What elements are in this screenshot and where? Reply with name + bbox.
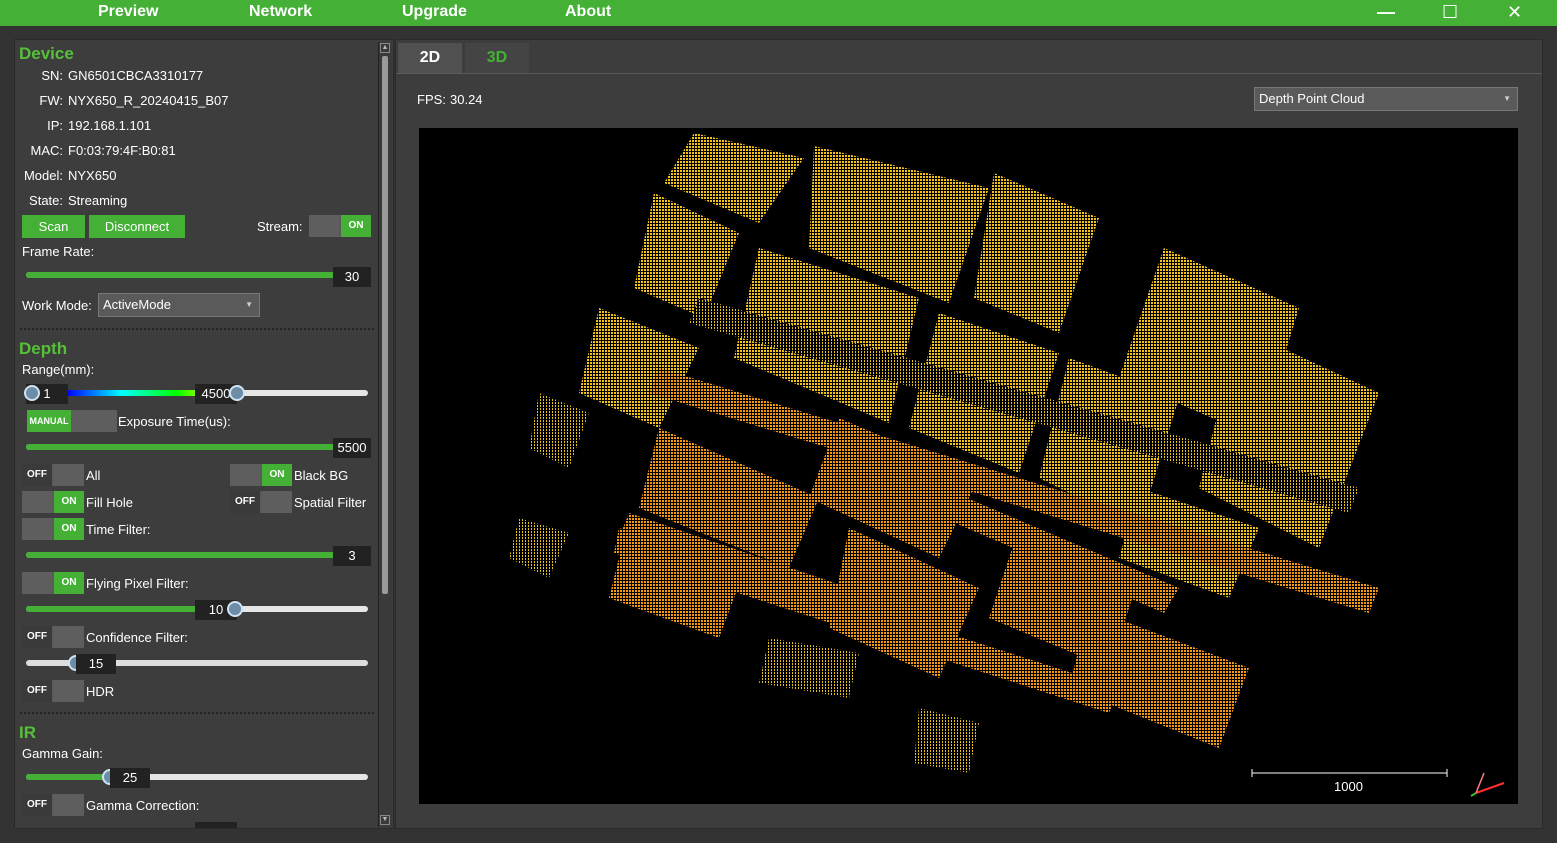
fps-value: 30.24 <box>450 92 483 107</box>
state-value: Streaming <box>68 193 128 208</box>
model-value: NYX650 <box>68 168 117 183</box>
fw-label: FW: <box>39 93 63 108</box>
scroll-down-icon[interactable]: ▼ <box>380 815 390 825</box>
depth-section-title: Depth <box>19 339 68 358</box>
gamma-gain-label: Gamma Gain: <box>22 746 103 761</box>
confidence-label: Confidence Filter: <box>86 630 188 645</box>
frame-rate-slider[interactable] <box>26 272 368 278</box>
flying-pixel-label: Flying Pixel Filter: <box>86 576 189 591</box>
gamma-gain-value: 25 <box>110 768 150 788</box>
menu-preview[interactable]: Preview <box>98 3 158 21</box>
point-cloud-image <box>509 133 1505 797</box>
hdr-toggle[interactable]: OFF <box>22 680 84 702</box>
sn-value: GN6501CBCA3310177 <box>68 68 204 83</box>
scroll-thumb[interactable] <box>382 56 388 594</box>
chevron-down-icon: ▼ <box>245 300 253 309</box>
point-cloud-viewport[interactable]: 1000 <box>419 128 1518 804</box>
scale-value: 1000 <box>1334 779 1363 794</box>
time-filter-slider[interactable] <box>26 552 368 558</box>
gamma-gain-slider[interactable] <box>26 774 368 780</box>
chevron-down-icon: ▼ <box>1503 94 1511 103</box>
confidence-value: 15 <box>76 654 116 674</box>
exposure-label: Exposure Time(us): <box>118 414 231 429</box>
menu-network[interactable]: Network <box>249 3 312 21</box>
exposure-slider[interactable] <box>26 444 368 450</box>
mac-value: F0:03:79:4F:B0:81 <box>68 143 176 158</box>
stream-label: Stream: <box>257 219 303 234</box>
state-label: State: <box>29 193 63 208</box>
work-mode-label: Work Mode: <box>22 298 92 313</box>
flying-pixel-handle[interactable] <box>227 601 243 617</box>
spatial-filter-toggle[interactable]: OFF <box>230 491 292 513</box>
view-mode-select[interactable]: Depth Point Cloud ▼ <box>1254 87 1518 111</box>
gamma-correction-toggle[interactable]: OFF <box>22 794 84 816</box>
time-filter-value: 3 <box>333 546 371 566</box>
section-divider <box>20 712 374 714</box>
disconnect-button[interactable]: Disconnect <box>89 215 185 238</box>
scan-button[interactable]: Scan <box>22 215 85 238</box>
spatial-filter-label: Spatial Filter <box>294 495 367 510</box>
fill-hole-label: Fill Hole <box>86 495 133 510</box>
hdr-label: HDR <box>86 684 115 699</box>
menu-upgrade[interactable]: Upgrade <box>402 3 467 21</box>
work-mode-select[interactable]: ActiveMode ▼ <box>98 293 260 317</box>
model-label: Model: <box>23 168 63 183</box>
fill-hole-toggle[interactable]: ON <box>22 491 84 513</box>
ip-label: IP: <box>47 118 63 133</box>
frame-rate-value: 30 <box>333 267 371 287</box>
section-divider <box>20 328 374 330</box>
time-filter-label: Time Filter: <box>86 522 151 537</box>
exposure-value: 5500 <box>333 438 371 458</box>
time-filter-toggle[interactable]: ON <box>22 518 84 540</box>
stream-toggle[interactable]: ON <box>309 215 371 237</box>
sn-label: SN: <box>41 68 63 83</box>
minimize-icon[interactable]: — <box>1377 2 1395 23</box>
range-min-handle[interactable] <box>24 385 40 401</box>
range-max-handle[interactable] <box>229 385 245 401</box>
mac-label: MAC: <box>30 143 64 158</box>
fw-value: NYX650_R_20240415_B07 <box>68 93 229 108</box>
tab-3d[interactable]: 3D <box>465 43 529 73</box>
close-icon[interactable]: ✕ <box>1507 2 1522 23</box>
ip-value: 192.168.1.101 <box>68 118 152 133</box>
black-bg-toggle[interactable]: ON <box>230 464 292 486</box>
exposure-mode-toggle[interactable]: MANUAL <box>27 410 117 432</box>
gamma-correction-label: Gamma Correction: <box>86 798 200 813</box>
range-label: Range(mm): <box>22 362 95 377</box>
all-toggle[interactable]: OFF <box>22 464 84 486</box>
tab-divider <box>396 73 1542 74</box>
device-section-title: Device <box>19 44 74 63</box>
ir-section-title: IR <box>19 723 36 742</box>
frame-rate-label: Frame Rate: <box>22 244 95 259</box>
scroll-up-icon[interactable]: ▲ <box>380 43 390 53</box>
fps-label: FPS: <box>417 92 446 107</box>
title-bar: Preview Network Upgrade About — ☐ ✕ <box>0 0 1557 26</box>
maximize-icon[interactable]: ☐ <box>1442 2 1458 23</box>
black-bg-label: Black BG <box>294 468 349 483</box>
flying-pixel-toggle[interactable]: ON <box>22 572 84 594</box>
partial-value-box <box>195 822 237 828</box>
confidence-toggle[interactable]: OFF <box>22 626 84 648</box>
all-label: All <box>86 468 101 483</box>
menu-about[interactable]: About <box>565 3 611 21</box>
tab-2d[interactable]: 2D <box>398 43 462 73</box>
